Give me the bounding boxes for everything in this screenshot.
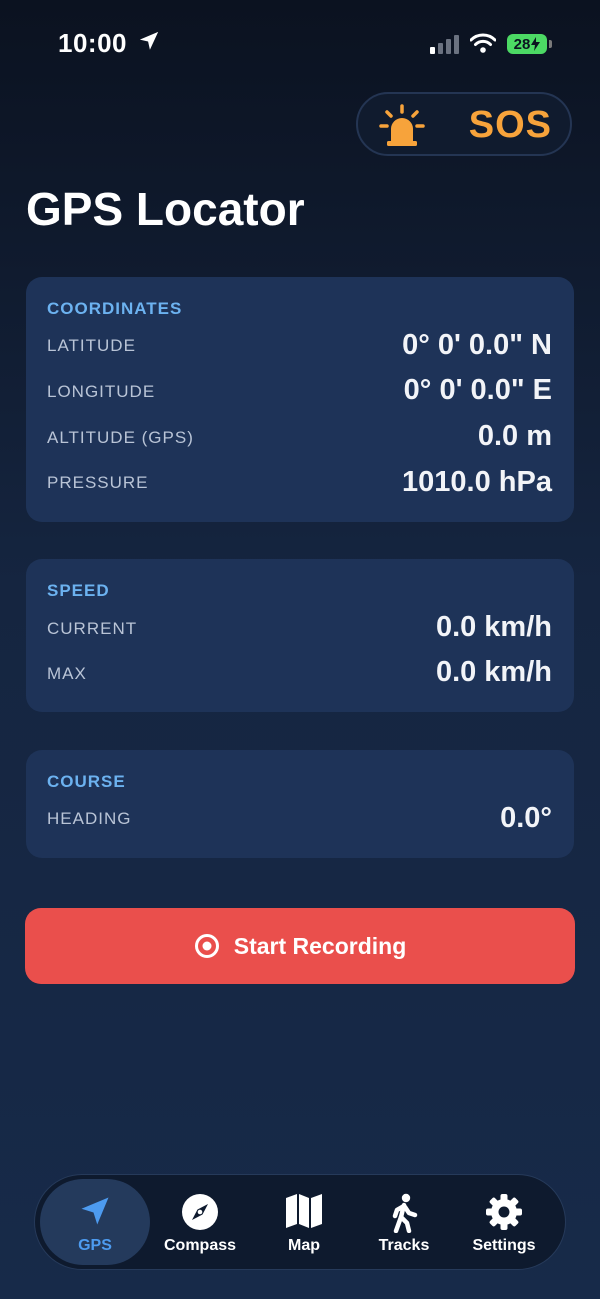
heading-label: HEADING [47, 809, 132, 828]
status-time: 10:00 [58, 28, 127, 58]
walking-person-icon [392, 1193, 418, 1233]
status-bar: 10:00 28 [0, 0, 600, 90]
longitude-label: LONGITUDE [47, 382, 156, 401]
course-card: COURSE HEADING 0.0° [26, 750, 574, 858]
sos-button[interactable]: SOS [356, 92, 572, 156]
max-speed-label: MAX [47, 664, 87, 683]
siren-icon [379, 104, 425, 146]
charging-bolt-icon [531, 37, 541, 51]
wifi-icon [470, 33, 496, 53]
tab-map[interactable]: Map [249, 1179, 359, 1265]
tab-tracks[interactable]: Tracks [349, 1179, 459, 1265]
longitude-value: 0° 0' 0.0" E [403, 374, 552, 406]
speed-card: SPEED CURRENT 0.0 km/h MAX 0.0 km/h [26, 559, 574, 712]
map-icon [286, 1194, 322, 1228]
heading-value: 0.0° [500, 802, 552, 834]
gear-icon [486, 1194, 522, 1230]
navigation-arrow-icon [81, 1197, 109, 1225]
tab-gps[interactable]: GPS [40, 1179, 150, 1265]
page-title: GPS Locator [26, 183, 305, 235]
coordinates-card: COORDINATES LATITUDE 0° 0' 0.0" N LONGIT… [26, 277, 574, 522]
speed-section-title: SPEED [47, 581, 110, 600]
tab-bar: GPS Compass Map Tracks Settings [34, 1174, 566, 1270]
tab-settings-label: Settings [472, 1237, 536, 1254]
course-section-title: COURSE [47, 772, 126, 791]
battery-level: 28 [513, 35, 531, 53]
cellular-signal-icon [430, 35, 459, 54]
max-speed-value: 0.0 km/h [435, 656, 552, 688]
tab-map-label: Map [288, 1237, 320, 1254]
compass-icon [182, 1194, 218, 1230]
battery-indicator: 28 [507, 34, 547, 54]
pressure-value: 1010.0 hPa [402, 466, 552, 498]
location-arrow-icon [139, 31, 159, 50]
coordinates-section-title: COORDINATES [47, 299, 183, 318]
current-speed-value: 0.0 km/h [435, 611, 552, 643]
tab-compass[interactable]: Compass [145, 1179, 255, 1265]
tab-compass-label: Compass [163, 1237, 237, 1254]
record-icon [194, 933, 220, 959]
current-speed-label: CURRENT [47, 619, 138, 638]
latitude-value: 0° 0' 0.0" N [402, 329, 552, 361]
start-recording-label: Start Recording [233, 932, 407, 959]
altitude-value: 0.0 m [477, 420, 552, 452]
pressure-label: PRESSURE [47, 473, 149, 492]
battery-cap [549, 40, 552, 48]
sos-label: SOS [468, 104, 552, 146]
altitude-label: ALTITUDE (GPS) [47, 428, 194, 447]
tab-tracks-label: Tracks [378, 1237, 430, 1254]
tab-gps-label: GPS [78, 1237, 112, 1254]
start-recording-button[interactable]: Start Recording [25, 908, 575, 984]
latitude-label: LATITUDE [47, 336, 136, 355]
tab-settings[interactable]: Settings [449, 1179, 559, 1265]
